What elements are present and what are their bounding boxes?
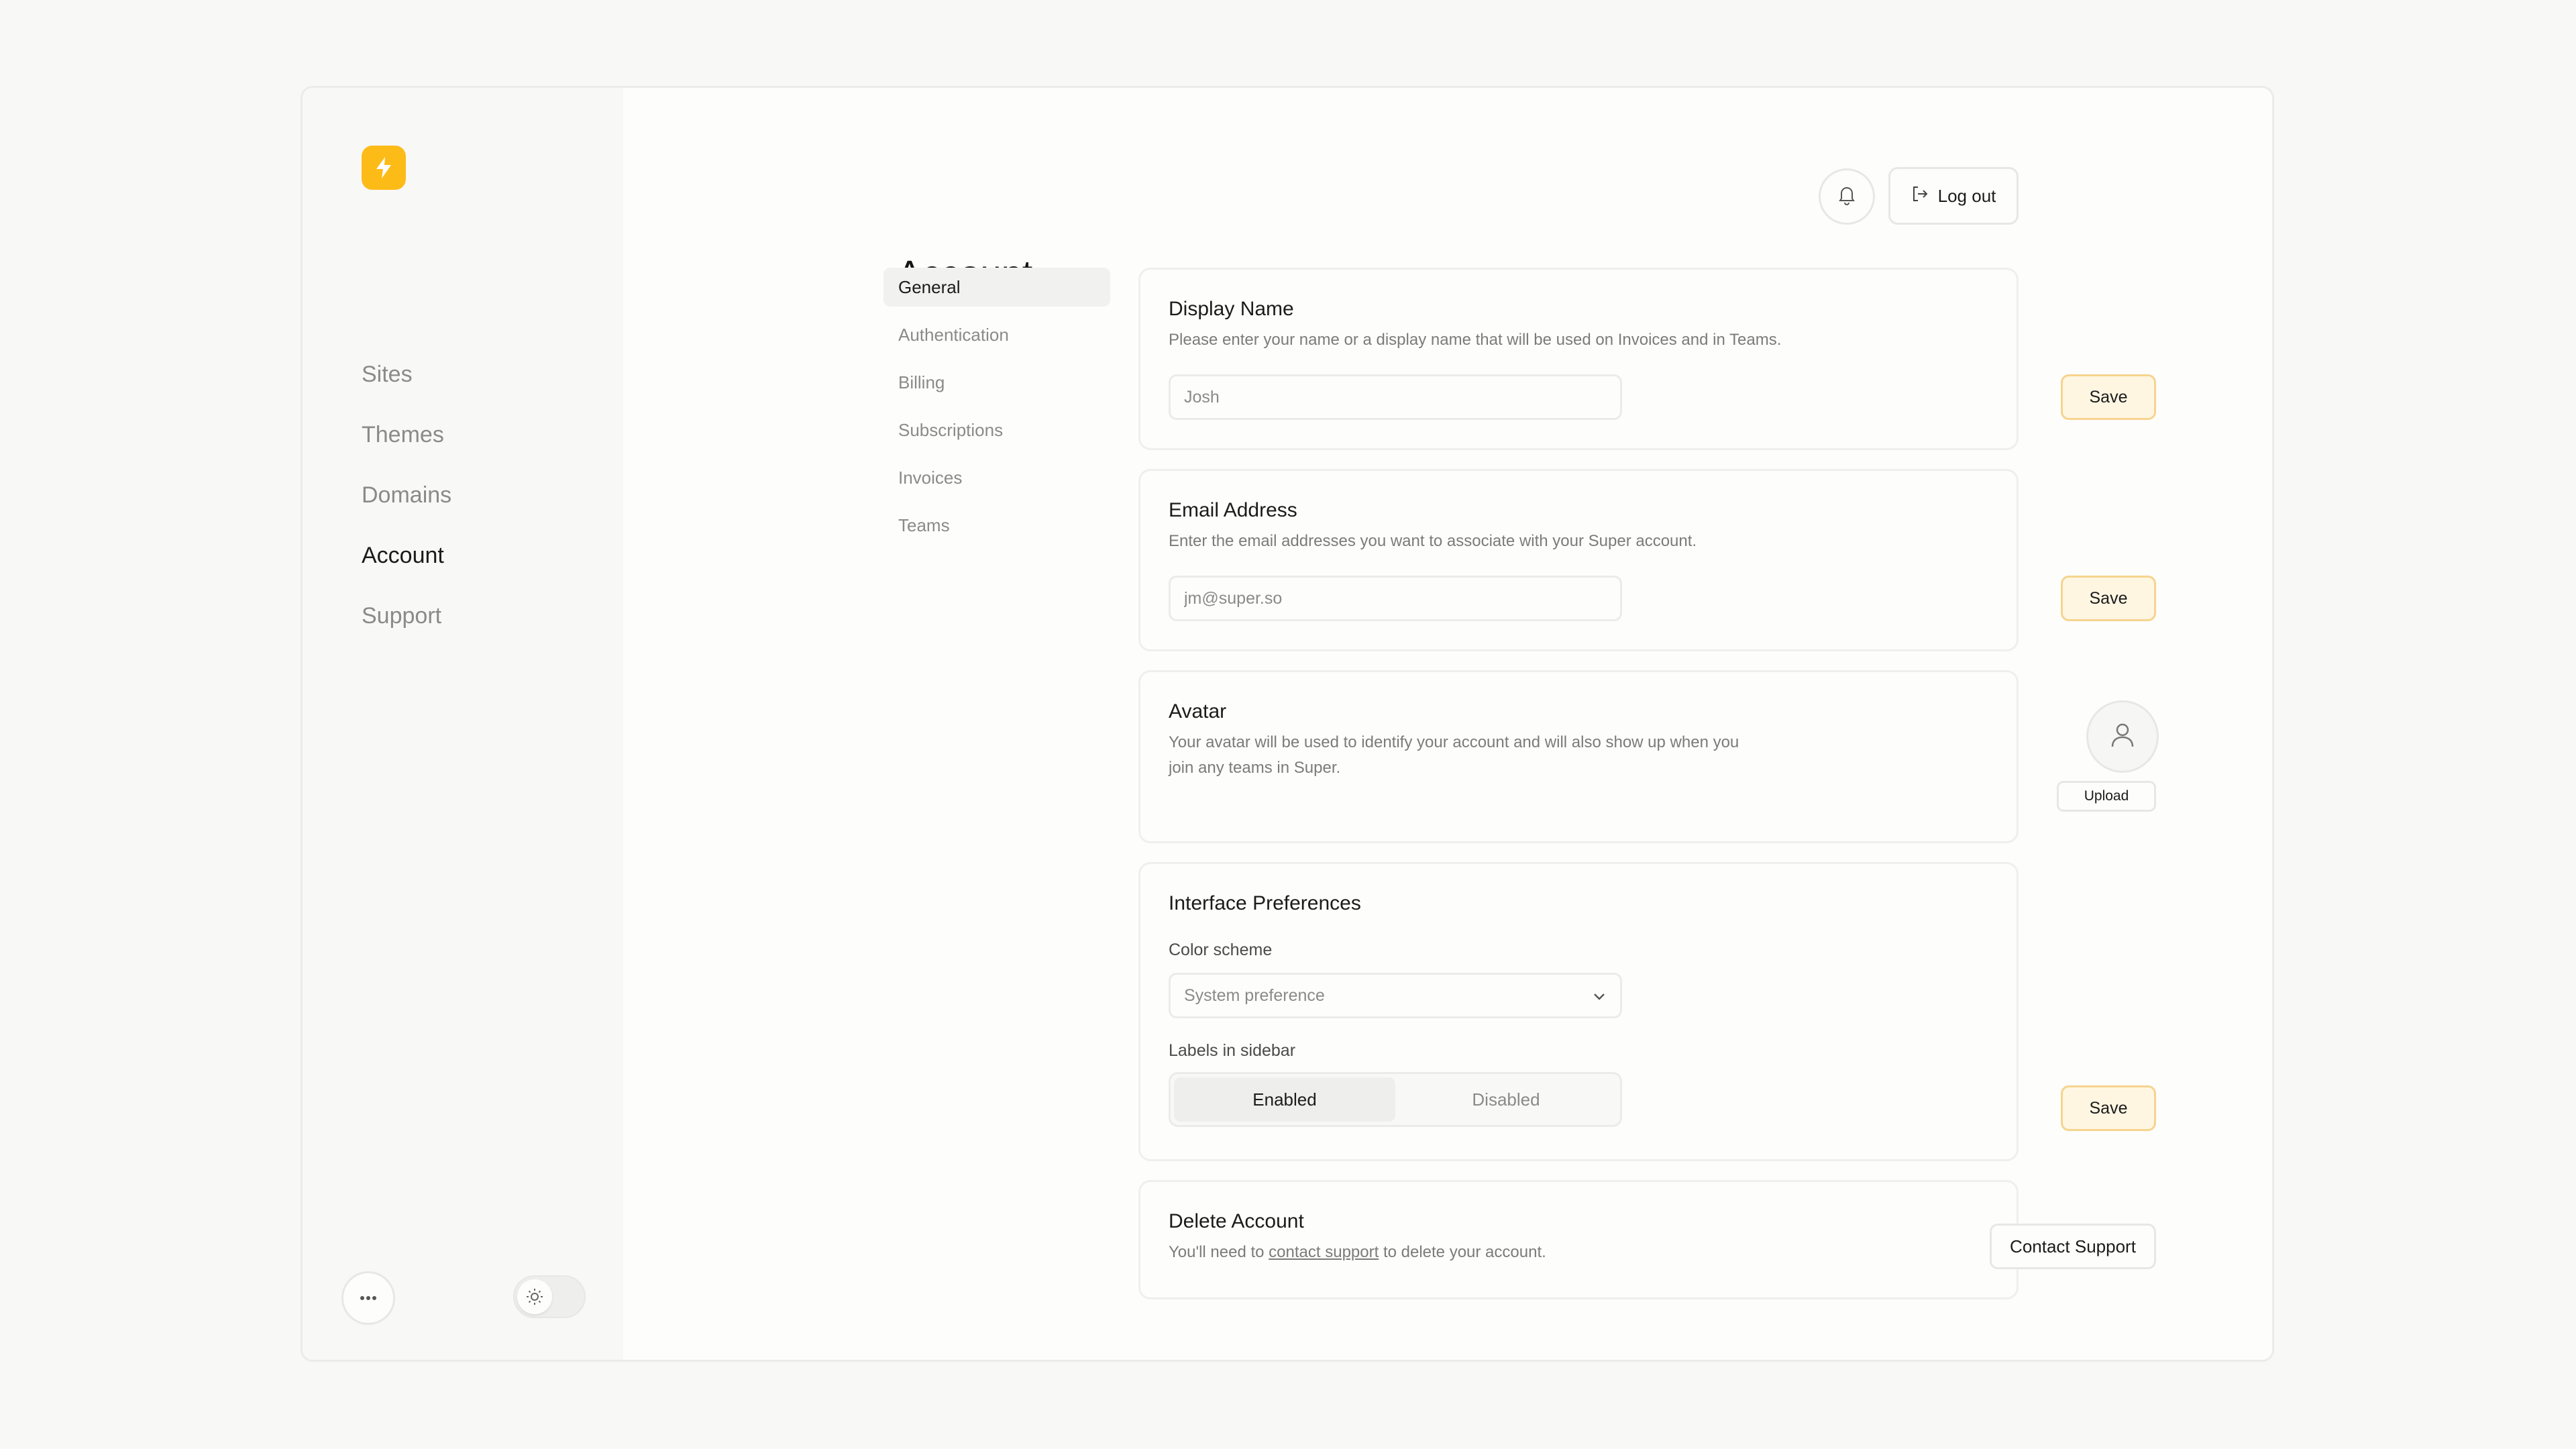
contact-support-link[interactable]: contact support [1269, 1243, 1379, 1261]
sidebar: Sites Themes Domains Account Support [303, 88, 623, 1360]
delete-account-description: You'll need to contact support to delete… [1169, 1240, 1786, 1265]
email-card: Email Address Enter the email addresses … [1138, 469, 2156, 651]
settings-subnav: General Authentication Billing Subscript… [883, 268, 1110, 553]
preferences-card: Interface Preferences Color scheme Syste… [1138, 862, 2156, 1161]
email-description: Enter the email addresses you want to as… [1169, 532, 1697, 550]
logout-button[interactable]: Log out [1888, 167, 2019, 225]
delete-desc-suffix: to delete your account. [1383, 1243, 1546, 1261]
display-name-card: Display Name Please enter your name or a… [1138, 268, 2156, 450]
bell-icon [1837, 185, 1856, 209]
theme-toggle[interactable] [513, 1275, 586, 1318]
email-input[interactable] [1169, 576, 1622, 621]
chevron-down-icon [1592, 986, 1607, 1006]
logout-label: Log out [1937, 185, 1996, 206]
sidebar-item-sites[interactable]: Sites [362, 344, 451, 405]
user-icon [2109, 721, 2136, 753]
avatar-title: Avatar [1169, 700, 1227, 722]
display-name-description: Please enter your name or a display name… [1169, 331, 1782, 349]
delete-account-title: Delete Account [1169, 1210, 1304, 1232]
delete-account-card: Delete Account You'll need to contact su… [1138, 1180, 2156, 1299]
subnav-item-teams[interactable]: Teams [883, 506, 1110, 545]
display-name-title: Display Name [1169, 298, 1294, 320]
contact-support-button[interactable]: Contact Support [1990, 1224, 2156, 1269]
email-save-button[interactable]: Save [2061, 576, 2156, 621]
preferences-title: Interface Preferences [1169, 892, 1361, 914]
lightning-bolt-icon[interactable] [362, 146, 406, 190]
ellipsis-icon [360, 1292, 377, 1304]
labels-disabled-option[interactable]: Disabled [1395, 1077, 1617, 1122]
subnav-item-invoices[interactable]: Invoices [883, 458, 1110, 497]
sidebar-item-themes[interactable]: Themes [362, 405, 451, 465]
subnav-item-billing[interactable]: Billing [883, 363, 1110, 402]
preferences-save-button[interactable]: Save [2061, 1085, 2156, 1131]
sun-icon [517, 1279, 552, 1314]
notifications-button[interactable] [1819, 168, 1875, 225]
upload-button[interactable]: Upload [2057, 781, 2156, 812]
labels-enabled-option[interactable]: Enabled [1174, 1077, 1395, 1122]
sidebar-item-domains[interactable]: Domains [362, 465, 451, 525]
sidebar-item-support[interactable]: Support [362, 586, 451, 646]
subnav-item-general[interactable]: General [883, 268, 1110, 307]
avatar-description: Your avatar will be used to identify you… [1169, 733, 1739, 777]
avatar-card: Avatar Your avatar will be used to ident… [1138, 670, 2159, 843]
color-scheme-select[interactable]: System preference [1169, 973, 1622, 1018]
labels-in-sidebar-label: Labels in sidebar [1169, 1041, 1296, 1060]
email-title: Email Address [1169, 499, 1297, 521]
delete-desc-prefix: You'll need to [1169, 1243, 1265, 1261]
display-name-input[interactable] [1169, 374, 1622, 420]
avatar [2086, 700, 2159, 773]
logout-icon [1911, 185, 1929, 207]
color-scheme-label: Color scheme [1169, 941, 1273, 959]
display-name-save-button[interactable]: Save [2061, 374, 2156, 420]
app-window: Sites Themes Domains Account Support Log… [301, 86, 2274, 1362]
subnav-item-subscriptions[interactable]: Subscriptions [883, 411, 1110, 449]
subnav-item-authentication[interactable]: Authentication [883, 315, 1110, 354]
more-button[interactable] [341, 1271, 395, 1325]
color-scheme-value: System preference [1184, 985, 1325, 1005]
sidebar-item-account[interactable]: Account [362, 525, 451, 586]
labels-in-sidebar-toggle: Enabled Disabled [1169, 1072, 1622, 1127]
sidebar-nav: Sites Themes Domains Account Support [362, 344, 451, 646]
